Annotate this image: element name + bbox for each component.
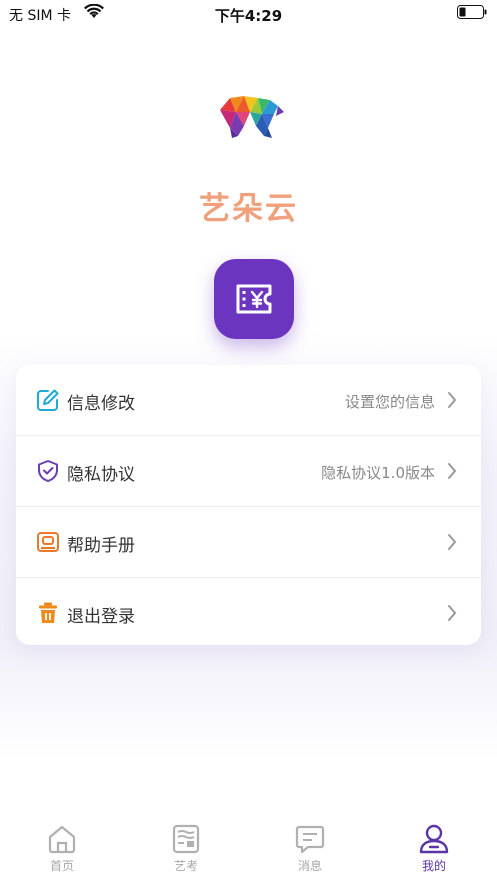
trash-icon — [39, 602, 57, 623]
tab-exam[interactable]: 艺考 — [146, 823, 226, 874]
tab-home[interactable]: 首页 — [22, 823, 102, 874]
menu-item-value: 隐私协议1.0版本 — [321, 464, 435, 482]
status-bar: 无 SIM 卡 下午4:29 — [0, 0, 497, 28]
chevron-right-icon — [448, 605, 457, 621]
tab-label: 首页 — [49, 859, 74, 873]
tab-messages[interactable]: 消息 — [270, 823, 350, 874]
exam-icon — [172, 824, 200, 854]
menu-item-label: 退出登录 — [67, 607, 135, 627]
menu-item-edit-info[interactable]: 信息修改 设置您的信息 — [16, 365, 481, 436]
tab-label: 我的 — [421, 859, 446, 873]
battery-icon — [457, 5, 487, 19]
ticket-button[interactable] — [214, 259, 294, 339]
settings-menu-card: 信息修改 设置您的信息 隐私协议 隐私协议1.0版本 帮助手册 退出登录 — [16, 365, 481, 645]
menu-item-help-manual[interactable]: 帮助手册 — [16, 507, 481, 578]
menu-item-label: 隐私协议 — [67, 465, 135, 485]
tab-profile[interactable]: 我的 — [394, 823, 474, 874]
clock: 下午4:29 — [214, 7, 283, 25]
ticket-yen-icon — [236, 284, 272, 314]
menu-item-label: 帮助手册 — [67, 536, 135, 556]
manual-icon — [37, 532, 59, 552]
tab-label: 消息 — [297, 859, 322, 873]
menu-item-privacy[interactable]: 隐私协议 隐私协议1.0版本 — [16, 436, 481, 507]
shield-icon — [38, 460, 58, 482]
edit-icon — [37, 389, 59, 411]
message-icon — [295, 825, 325, 854]
profile-icon — [419, 824, 449, 854]
chevron-right-icon — [448, 534, 457, 550]
menu-item-label: 信息修改 — [67, 394, 135, 414]
chevron-right-icon — [448, 392, 457, 408]
menu-item-logout[interactable]: 退出登录 — [16, 578, 481, 648]
menu-item-value: 设置您的信息 — [344, 393, 435, 411]
chevron-right-icon — [448, 463, 457, 479]
app-name: 艺朵云 — [199, 191, 298, 227]
tab-label: 艺考 — [173, 859, 198, 873]
home-icon — [48, 825, 76, 854]
bear-logo — [220, 96, 284, 138]
tab-bar: 首页 艺考 消息 我的 — [0, 815, 497, 883]
